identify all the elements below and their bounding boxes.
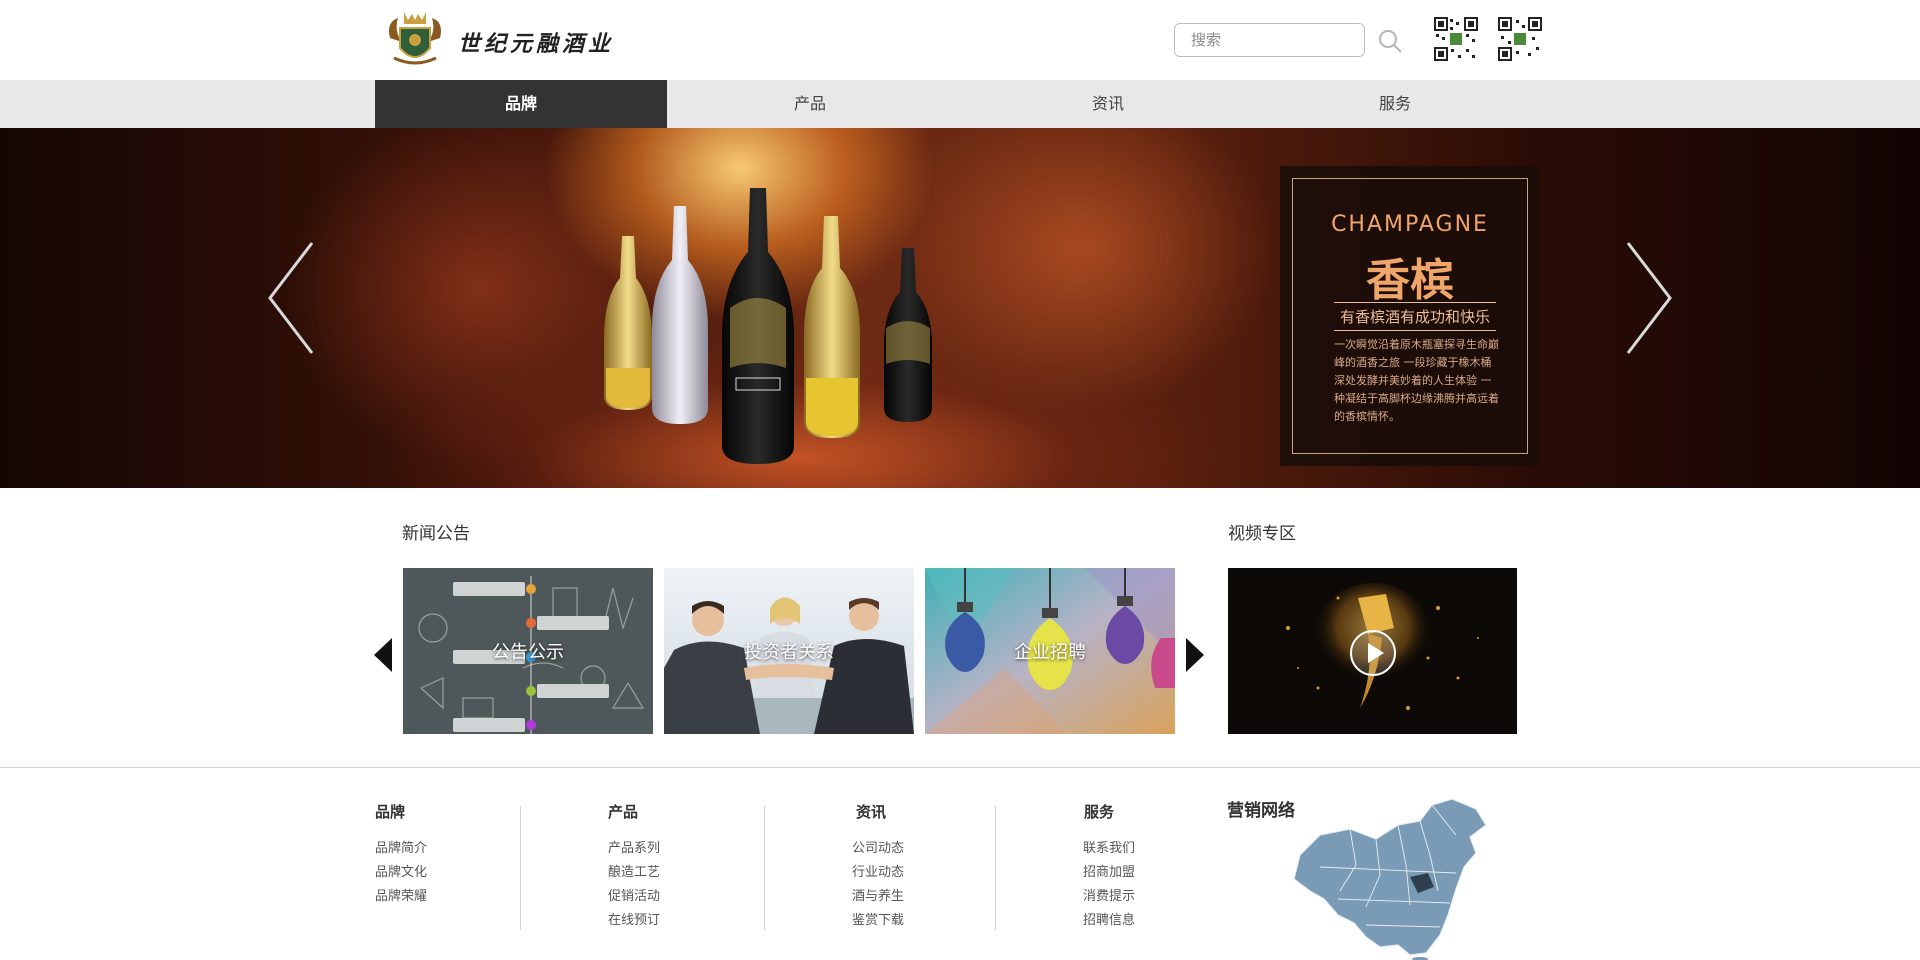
- nav-item-news[interactable]: 资讯: [953, 80, 1263, 128]
- main-nav: 品牌 产品 资讯 服务: [0, 80, 1920, 128]
- news-card-label: 企业招聘: [1014, 642, 1086, 663]
- promo-title-cn: 香槟: [1366, 255, 1454, 306]
- news-prev-icon[interactable]: [374, 638, 392, 672]
- nav-item-service[interactable]: 服务: [1263, 80, 1527, 128]
- search-icon[interactable]: [1377, 28, 1403, 54]
- footer-link[interactable]: 行业动态: [852, 861, 904, 880]
- footer-heading-service: 服务: [1084, 803, 1115, 821]
- footer-link[interactable]: 鉴赏下载: [852, 909, 904, 928]
- footer-link[interactable]: 消费提示: [1083, 885, 1135, 904]
- nav-item-products[interactable]: 产品: [667, 80, 953, 128]
- footer-heading-news: 资讯: [856, 803, 887, 821]
- news-section-title: 新闻公告: [402, 524, 470, 544]
- video-player[interactable]: [1228, 568, 1517, 734]
- promo-title-en: CHAMPAGNE: [1331, 212, 1489, 237]
- qr-code-icon: [1434, 17, 1478, 61]
- video-section-title: 视频专区: [1228, 524, 1296, 544]
- footer-heading-products: 产品: [608, 803, 639, 821]
- banner-prev-icon[interactable]: [262, 238, 322, 358]
- china-map-icon[interactable]: [1280, 795, 1490, 960]
- promo-description: 一次瞬觉沿着原木瓶塞探寻生命巅峰的酒香之旅 一段珍藏于橡木桶深处发酵并美妙着的人…: [1334, 338, 1499, 423]
- champagne-bottles-image: [604, 188, 932, 464]
- footer-divider: [0, 767, 1920, 768]
- footer-link[interactable]: 在线预订: [608, 909, 660, 928]
- qr-code-icon: [1498, 17, 1542, 61]
- promo-card: CHAMPAGNE 香槟 有香槟酒有成功和快乐 一次瞬觉沿着原木瓶塞探寻生命巅峰…: [1280, 166, 1540, 466]
- logo-emblem-icon[interactable]: [384, 8, 446, 70]
- footer-link[interactable]: 招聘信息: [1083, 909, 1135, 928]
- footer-separator: [764, 806, 765, 930]
- news-card-recruitment[interactable]: 企业招聘: [925, 568, 1175, 734]
- news-card-investor-relations[interactable]: 投资者关系: [664, 568, 914, 734]
- footer-link[interactable]: 招商加盟: [1083, 861, 1135, 880]
- footer-link[interactable]: 品牌简介: [375, 837, 427, 856]
- footer-separator: [520, 806, 521, 930]
- footer-link[interactable]: 酿造工艺: [608, 861, 660, 880]
- banner-next-icon[interactable]: [1618, 238, 1678, 358]
- search-input[interactable]: [1174, 23, 1365, 57]
- footer-heading-brand: 品牌: [375, 803, 406, 821]
- footer-link[interactable]: 联系我们: [1083, 837, 1135, 856]
- play-icon[interactable]: [1348, 628, 1398, 678]
- news-card-label: 投资者关系: [744, 642, 834, 663]
- footer-link[interactable]: 公司动态: [852, 837, 904, 856]
- footer-link[interactable]: 促销活动: [608, 885, 660, 904]
- footer-separator: [995, 806, 996, 930]
- footer-link[interactable]: 酒与养生: [852, 885, 904, 904]
- footer-link[interactable]: 品牌荣耀: [375, 885, 427, 904]
- news-card-label: 公告公示: [492, 642, 564, 663]
- hero-banner: CHAMPAGNE 香槟 有香槟酒有成功和快乐 一次瞬觉沿着原木瓶塞探寻生命巅峰…: [0, 128, 1920, 488]
- brand-name[interactable]: 世纪元融酒业: [458, 26, 614, 58]
- footer-link[interactable]: 产品系列: [608, 837, 660, 856]
- news-next-icon[interactable]: [1186, 638, 1204, 672]
- promo-tagline: 有香槟酒有成功和快乐: [1334, 302, 1496, 331]
- site-header: 世纪元融酒业: [0, 0, 1920, 80]
- news-card-announcements[interactable]: 公告公示: [403, 568, 653, 734]
- footer-link[interactable]: 品牌文化: [375, 861, 427, 880]
- nav-item-brand[interactable]: 品牌: [375, 80, 667, 128]
